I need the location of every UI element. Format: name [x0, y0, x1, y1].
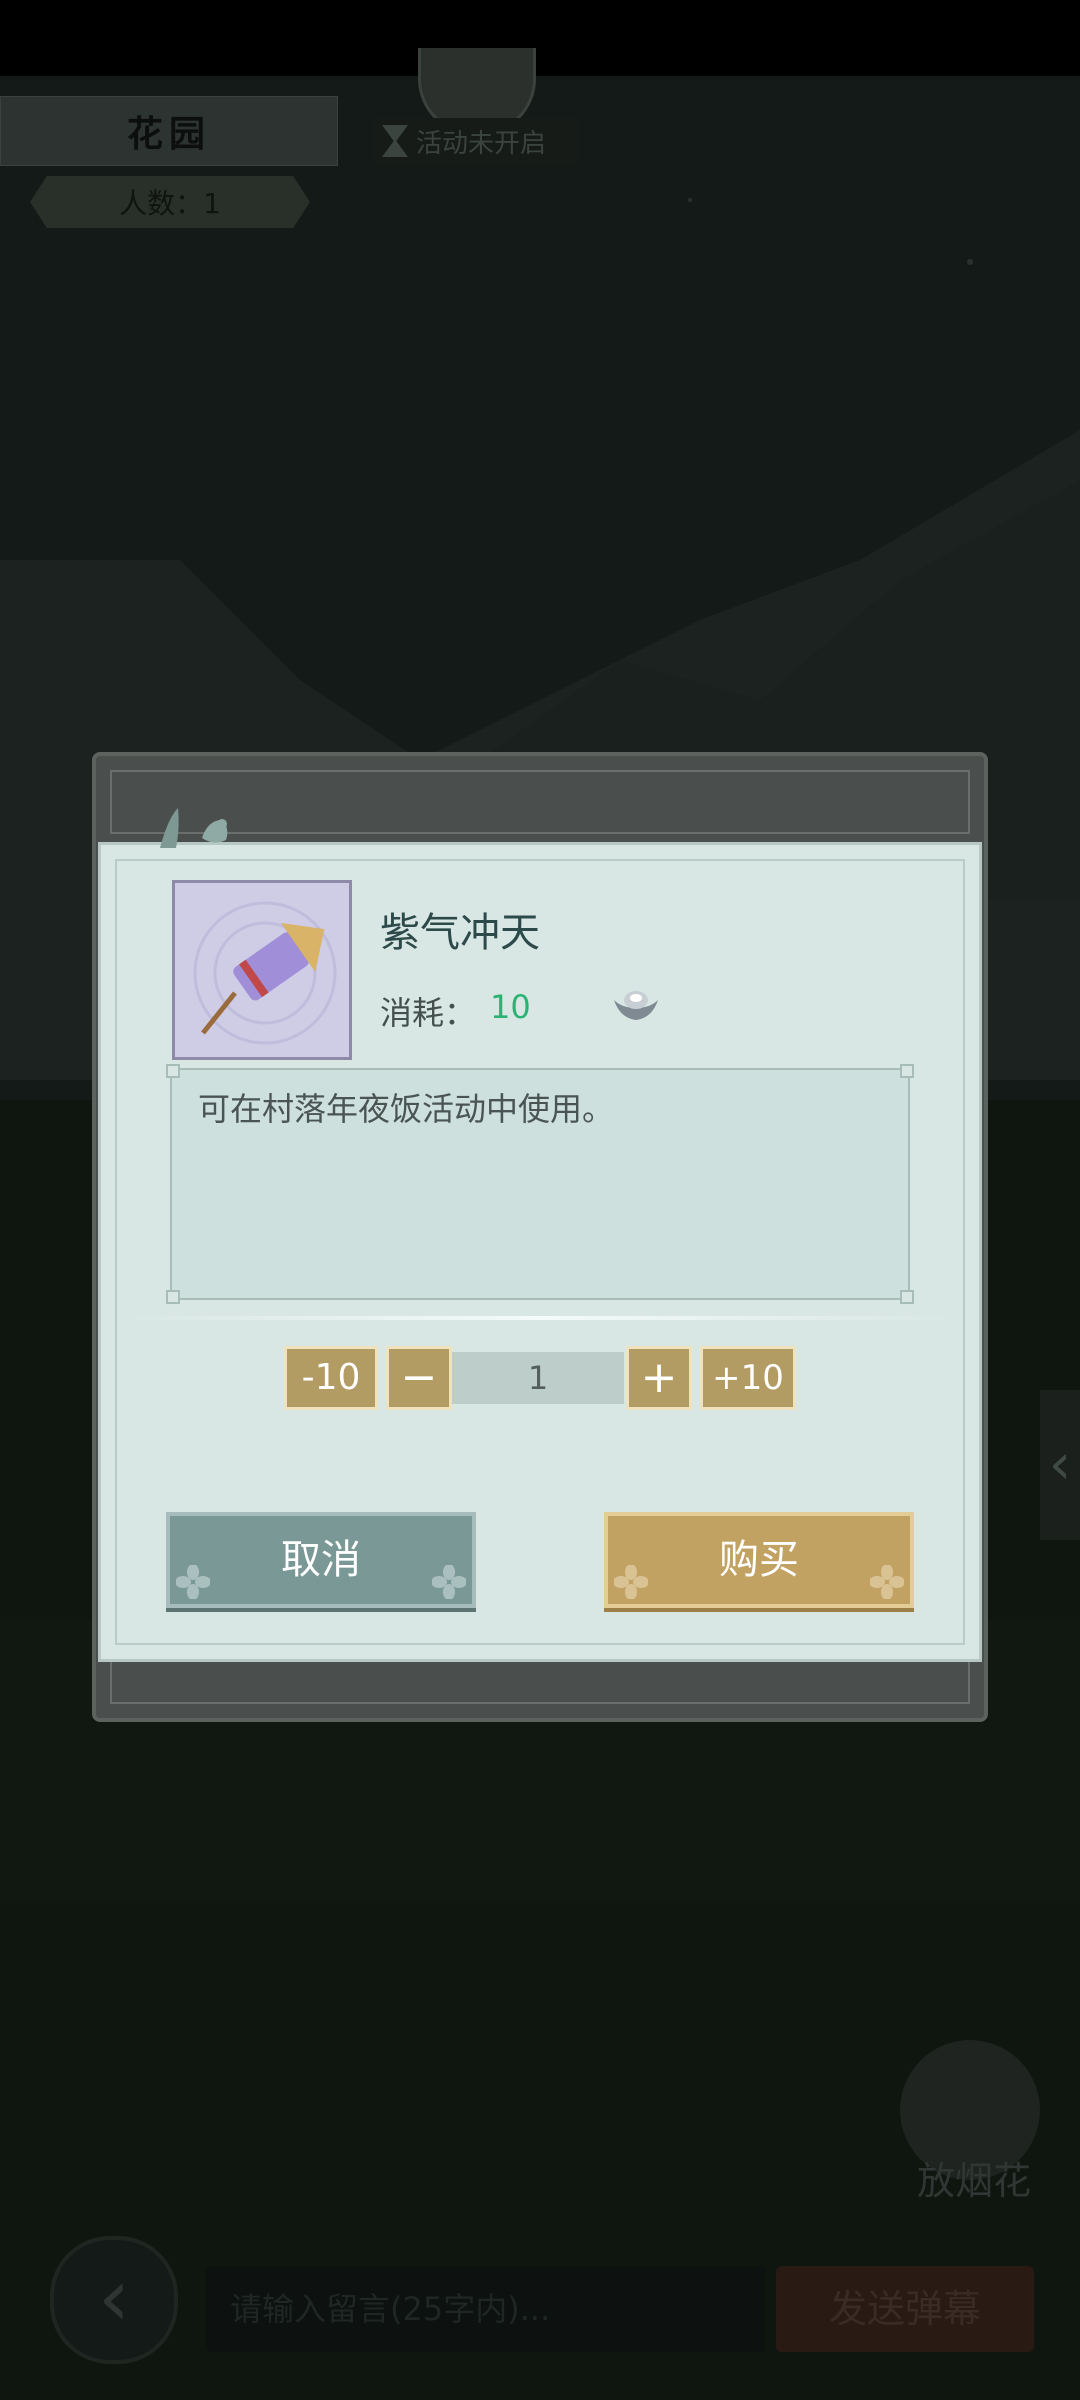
cost-label: 消耗： — [380, 994, 477, 1032]
side-expand-arrow-icon[interactable]: ‹ — [1040, 1390, 1080, 1540]
flower-ornament-icon — [869, 1542, 905, 1600]
send-danmaku-button[interactable]: 发送弹幕 — [776, 2266, 1034, 2352]
hourglass-icon — [382, 125, 408, 157]
place-name-plate: 花园 — [0, 96, 338, 166]
status-bar — [0, 0, 1080, 76]
quantity-field[interactable]: 1 — [452, 1352, 624, 1404]
buy-label: 购买 — [719, 1537, 799, 1583]
people-count: 人数：1 — [30, 176, 310, 228]
flower-ornament-icon — [175, 1542, 211, 1600]
purple-firework-rocket-icon — [172, 880, 352, 1060]
item-description: 可在村落年夜饭活动中使用。 — [198, 1090, 615, 1128]
activity-status: 活动未开启 — [374, 118, 578, 164]
description-box: 可在村落年夜饭活动中使用。 — [166, 1064, 914, 1304]
plus-1-button[interactable]: + — [626, 1346, 692, 1410]
plus-10-button[interactable]: +10 — [700, 1346, 796, 1410]
cancel-button[interactable]: 取消 — [166, 1512, 476, 1608]
cost-value: 10 — [490, 988, 531, 1026]
silver-ingot-icon — [614, 991, 658, 1020]
buy-button[interactable]: 购买 — [604, 1512, 914, 1608]
flower-ornament-icon — [613, 1542, 649, 1600]
flower-ornament-icon — [431, 1542, 467, 1600]
birds-decoration-icon — [160, 808, 228, 848]
activity-status-text: 活动未开启 — [416, 128, 547, 159]
message-input[interactable]: 请输入留言(25字内)... — [206, 2266, 766, 2352]
minus-10-button[interactable]: -10 — [284, 1346, 378, 1410]
cancel-label: 取消 — [281, 1537, 361, 1583]
minus-1-button[interactable]: − — [386, 1346, 452, 1410]
back-arrow-icon[interactable]: ‹ — [50, 2236, 178, 2364]
fireworks-label[interactable]: 放烟花 — [906, 2150, 1042, 2205]
item-name: 紫气冲天 — [380, 910, 540, 956]
divider — [130, 1316, 950, 1320]
